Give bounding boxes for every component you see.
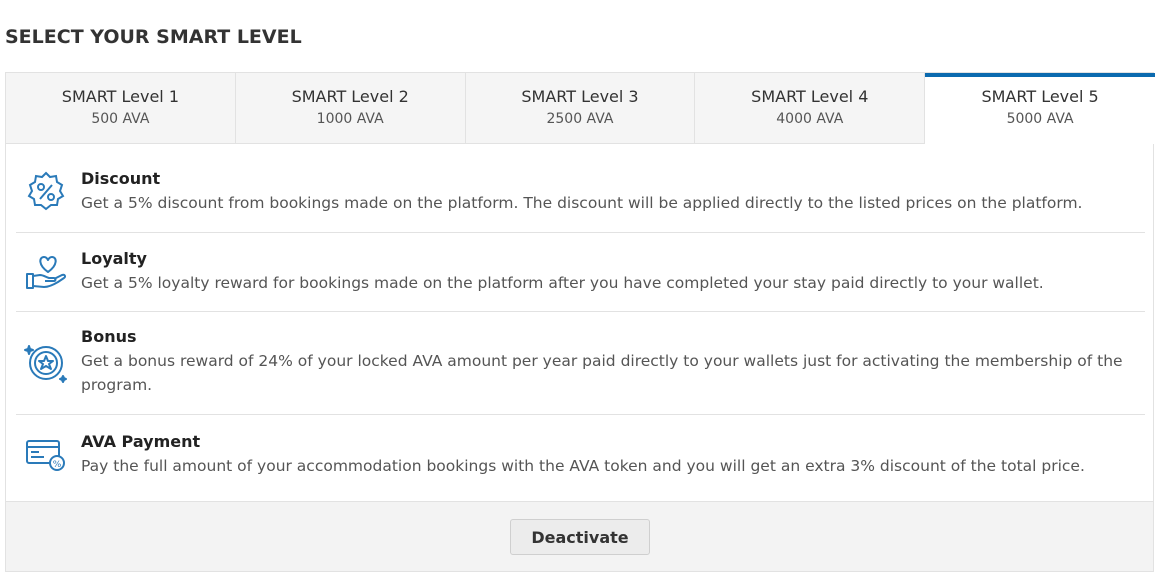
feature-description: Get a bonus reward of 24% of your locked… bbox=[81, 352, 1123, 394]
tab-smart-level-3[interactable]: SMART Level 3 2500 AVA bbox=[465, 73, 696, 144]
tab-smart-level-5[interactable]: SMART Level 5 5000 AVA bbox=[925, 73, 1155, 144]
heart-hand-icon bbox=[16, 249, 76, 292]
deactivate-button[interactable]: Deactivate bbox=[510, 519, 650, 555]
tab-label: SMART Level 2 bbox=[291, 87, 409, 106]
tab-smart-level-2[interactable]: SMART Level 2 1000 AVA bbox=[235, 73, 466, 144]
tab-label: SMART Level 3 bbox=[521, 87, 639, 106]
feature-item-ava-payment: % AVA Payment Pay the full amount of you… bbox=[16, 415, 1145, 501]
level-tabs: SMART Level 1 500 AVA SMART Level 2 1000… bbox=[6, 73, 1155, 144]
panel-footer: Deactivate bbox=[6, 501, 1153, 571]
tab-price: 500 AVA bbox=[91, 111, 150, 127]
tab-price: 4000 AVA bbox=[776, 111, 844, 127]
feature-title: Loyalty bbox=[81, 249, 147, 268]
discount-badge-icon bbox=[16, 168, 76, 214]
card-percent-icon: % bbox=[16, 432, 76, 475]
tab-price: 5000 AVA bbox=[1006, 111, 1074, 127]
page-title: SELECT YOUR SMART LEVEL bbox=[5, 26, 302, 48]
feature-title: AVA Payment bbox=[81, 432, 201, 451]
star-coin-icon bbox=[16, 327, 76, 386]
svg-text:%: % bbox=[53, 460, 62, 470]
tab-price: 2500 AVA bbox=[546, 111, 614, 127]
tab-label: SMART Level 5 bbox=[981, 87, 1099, 106]
smart-level-panel: SMART Level 1 500 AVA SMART Level 2 1000… bbox=[5, 72, 1155, 572]
feature-description: Get a 5% loyalty reward for bookings mad… bbox=[81, 274, 1044, 292]
feature-title: Discount bbox=[81, 169, 161, 188]
tab-label: SMART Level 1 bbox=[61, 87, 179, 106]
tab-smart-level-1[interactable]: SMART Level 1 500 AVA bbox=[6, 73, 236, 144]
feature-description: Get a 5% discount from bookings made on … bbox=[81, 194, 1083, 212]
feature-item-bonus: Bonus Get a bonus reward of 24% of your … bbox=[16, 312, 1145, 415]
tab-label: SMART Level 4 bbox=[751, 87, 869, 106]
feature-item-discount: Discount Get a 5% discount from bookings… bbox=[16, 144, 1145, 233]
feature-list: Discount Get a 5% discount from bookings… bbox=[16, 144, 1145, 501]
feature-title: Bonus bbox=[81, 327, 137, 346]
feature-item-loyalty: Loyalty Get a 5% loyalty reward for book… bbox=[16, 233, 1145, 312]
tab-price: 1000 AVA bbox=[316, 111, 384, 127]
feature-description: Pay the full amount of your accommodatio… bbox=[81, 457, 1085, 475]
tab-smart-level-4[interactable]: SMART Level 4 4000 AVA bbox=[695, 73, 926, 144]
